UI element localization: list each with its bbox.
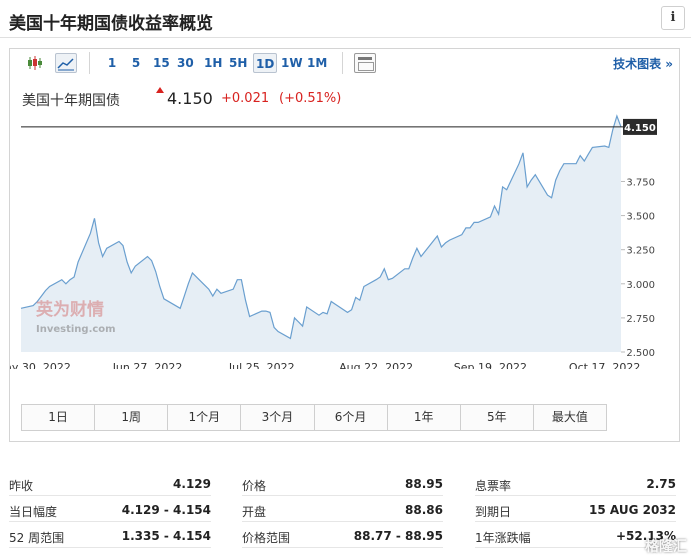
stat-value: 88.77 - 88.95 (353, 529, 443, 543)
line-chart-icon[interactable] (55, 53, 77, 73)
candlestick-icon[interactable] (24, 53, 46, 73)
stat-label: 到期日 (475, 505, 512, 519)
stat-value: 4.129 - 4.154 (121, 503, 211, 517)
stat-label: 昨收 (9, 479, 34, 493)
stats-table: 昨收 4.129 价格 88.95 息票率 2.75 当日幅度 4.129 - 4.154 开盘… (0, 470, 691, 559)
x-tick-label: Aug 22, 2022 (339, 361, 413, 369)
watermark-text: Investing.com (36, 324, 116, 335)
y-tick-label: 2.500 (626, 348, 655, 359)
title-bar: 美国十年期国债收益率概览 i (0, 0, 691, 38)
interval-30[interactable]: 30 (175, 53, 196, 73)
x-tick-label: Jun 27, 2022 (112, 361, 183, 369)
chart-toolbar: 1 5 15 30 1H 5H 1D 1W 1M 技术图表 » (10, 49, 679, 77)
stat-row: 到期日 15 AUG 2032 (475, 496, 676, 522)
range-selector: 1日 1周 1个月 3个月 6个月 1年 5年 最大值 (21, 404, 607, 431)
stat-row: 价格 88.95 (242, 470, 443, 496)
x-tick-label: May 30, 2022 (10, 361, 71, 369)
up-arrow-icon (156, 87, 164, 93)
range-button[interactable]: 6个月 (314, 405, 388, 430)
x-tick-label: Jul 25, 2022 (228, 361, 295, 369)
last-value-label: 4.150 (624, 123, 656, 134)
x-tick-label: Sep 19, 2022 (454, 361, 527, 369)
page-title: 美国十年期国债收益率概览 (9, 14, 213, 34)
stat-label: 1年涨跌幅 (475, 531, 531, 545)
range-button[interactable]: 3个月 (241, 405, 315, 430)
y-tick-label: 3.500 (626, 212, 655, 223)
watermark-logo: 英为财情 (36, 299, 104, 320)
stat-label: 息票率 (475, 479, 512, 493)
price-change: +0.021 (221, 91, 270, 106)
stat-value: 4.129 (173, 477, 211, 491)
interval-1h[interactable]: 1H (202, 53, 224, 73)
stat-label: 当日幅度 (9, 505, 58, 519)
interval-1w[interactable]: 1W (279, 53, 305, 73)
stat-label: 52 周范围 (9, 531, 65, 545)
stat-value: 88.95 (405, 477, 443, 491)
stat-row: 当日幅度 4.129 - 4.154 (9, 496, 211, 522)
y-tick-label: 3.750 (626, 177, 655, 188)
toolbar-divider (89, 52, 90, 74)
interval-5h[interactable]: 5H (227, 53, 249, 73)
range-button[interactable]: 1个月 (168, 405, 242, 430)
y-tick-label: 2.750 (626, 314, 655, 325)
corner-watermark: 格隆汇 (645, 539, 687, 555)
chart-panel: 1 5 15 30 1H 5H 1D 1W 1M 技术图表 » 美国十年期国债 4.150 +0… (9, 48, 680, 442)
indicator-panel-icon[interactable] (354, 53, 376, 73)
stat-value: 2.75 (646, 477, 676, 491)
stat-row: 价格范围 88.77 - 88.95 (242, 522, 443, 548)
interval-15[interactable]: 15 (151, 53, 172, 73)
stat-row: 开盘 88.86 (242, 496, 443, 522)
interval-1[interactable]: 1 (103, 53, 121, 73)
technical-chart-link[interactable]: 技术图表 » (613, 55, 673, 72)
stat-row: 52 周范围 1.335 - 4.154 (9, 522, 211, 548)
stat-row: 昨收 4.129 (9, 470, 211, 496)
range-button[interactable]: 1年 (387, 405, 461, 430)
info-button[interactable]: i (661, 6, 685, 30)
price-chart[interactable]: 英为财情 Investing.com 4.150 2.500 2.750 3.000 3.2… (10, 109, 679, 369)
range-button[interactable]: 5年 (460, 405, 534, 430)
stat-label: 价格 (242, 479, 267, 493)
toolbar-divider (342, 52, 343, 74)
stat-value: 1.335 - 4.154 (121, 529, 211, 543)
stat-value: 15 AUG 2032 (589, 503, 676, 517)
stat-value: 88.86 (405, 503, 443, 517)
stat-label: 价格范围 (242, 531, 291, 545)
range-button[interactable]: 1周 (95, 405, 169, 430)
y-tick-label: 3.250 (626, 246, 655, 257)
interval-1d[interactable]: 1D (253, 53, 278, 73)
last-price: 4.150 (167, 89, 213, 108)
interval-1m[interactable]: 1M (305, 53, 329, 73)
range-button[interactable]: 1日 (22, 405, 96, 430)
range-button[interactable]: 最大值 (533, 405, 606, 430)
stat-row: 息票率 2.75 (475, 470, 676, 496)
y-tick-label: 3.000 (626, 280, 655, 291)
interval-5[interactable]: 5 (127, 53, 145, 73)
stat-label: 开盘 (242, 505, 267, 519)
price-change-percent: (+0.51%) (279, 91, 342, 106)
instrument-name: 美国十年期国债 (22, 93, 120, 109)
x-tick-label: Oct 17, 2022 (569, 361, 641, 369)
